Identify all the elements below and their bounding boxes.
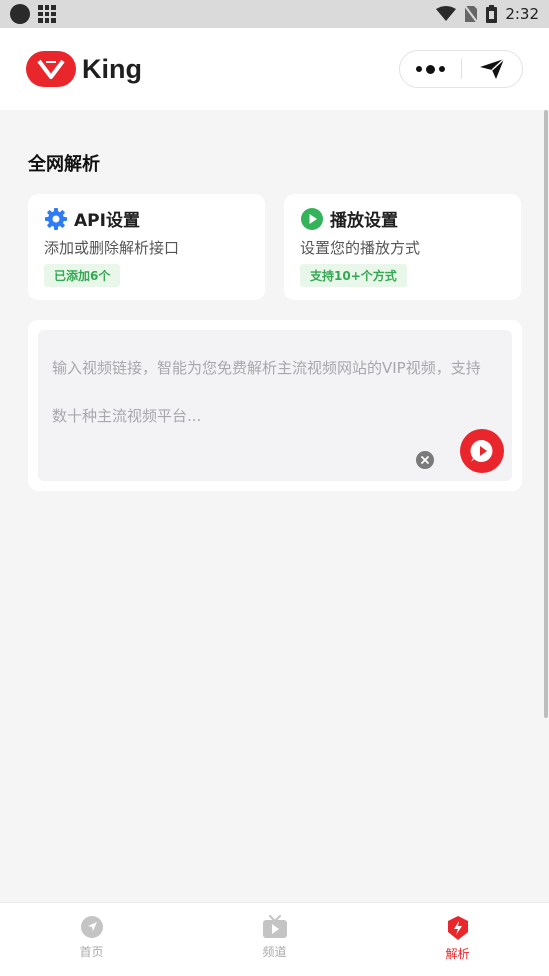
compass-icon	[80, 916, 103, 938]
nav-home[interactable]: 首页	[0, 903, 183, 976]
play-settings-card[interactable]: 播放设置 设置您的播放方式 支持10+个方式	[284, 194, 521, 300]
scrollbar[interactable]	[544, 110, 548, 718]
play-icon	[301, 207, 323, 230]
no-sim-icon	[464, 5, 479, 23]
nav-parse[interactable]: 解析	[366, 903, 549, 976]
more-dots-icon	[415, 64, 445, 74]
send-icon	[479, 58, 505, 79]
section-title: 全网解析	[28, 154, 100, 175]
api-card-title: API设置	[74, 211, 140, 231]
nav-home-label: 首页	[79, 945, 104, 959]
more-button[interactable]	[400, 51, 461, 87]
tv-icon	[262, 915, 287, 938]
app-name: King	[82, 53, 142, 84]
play-count-badge: 支持10+个方式	[300, 264, 407, 287]
play-card-title: 播放设置	[330, 211, 398, 231]
app-logo: King	[26, 51, 142, 87]
clear-input-button[interactable]	[416, 451, 434, 469]
video-url-placeholder: 输入视频链接，智能为您免费解析主流视频网站的VIP视频，支持数十种主流视频平台.…	[52, 359, 481, 425]
status-time: 2:32	[505, 5, 539, 23]
play-bubble-icon	[470, 439, 493, 462]
close-icon	[421, 456, 429, 464]
api-card-desc: 添加或删除解析接口	[44, 239, 180, 257]
gear-icon	[45, 207, 67, 230]
status-bar: 2:32	[0, 0, 549, 28]
battery-icon	[486, 5, 498, 23]
app-grid-icon	[38, 5, 56, 23]
nav-channel-label: 频道	[262, 945, 287, 959]
logo-mark-icon	[26, 51, 76, 87]
notification-dot-icon	[10, 4, 30, 24]
api-count-badge: 已添加6个	[44, 264, 121, 287]
mini-program-capsule	[399, 50, 523, 88]
share-button[interactable]	[462, 51, 523, 87]
play-card-desc: 设置您的播放方式	[300, 239, 421, 257]
wifi-icon	[436, 6, 457, 21]
bottom-nav: 首页 频道 解析	[0, 902, 549, 976]
nav-parse-label: 解析	[445, 947, 470, 961]
nav-channel[interactable]: 频道	[183, 903, 366, 976]
parse-play-button[interactable]	[460, 429, 504, 473]
api-settings-card[interactable]: API设置 添加或删除解析接口 已添加6个	[28, 194, 265, 300]
url-input-card: 输入视频链接，智能为您免费解析主流视频网站的VIP视频，支持数十种主流视频平台.…	[28, 320, 522, 491]
bolt-shield-icon	[447, 916, 468, 940]
app-header: King	[0, 28, 549, 110]
video-url-input[interactable]: 输入视频链接，智能为您免费解析主流视频网站的VIP视频，支持数十种主流视频平台.…	[38, 330, 512, 481]
